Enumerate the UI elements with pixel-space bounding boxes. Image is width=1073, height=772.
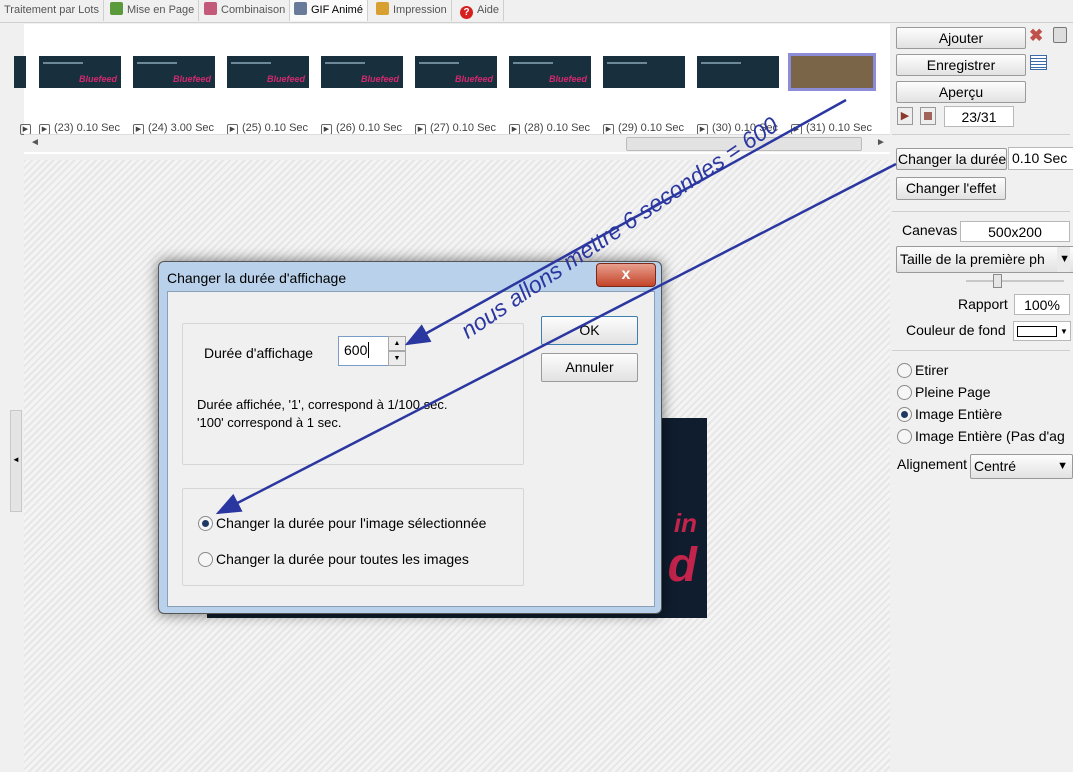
- arrow-to-selected-option: [215, 162, 897, 515]
- annotation-arrows: [215, 98, 897, 515]
